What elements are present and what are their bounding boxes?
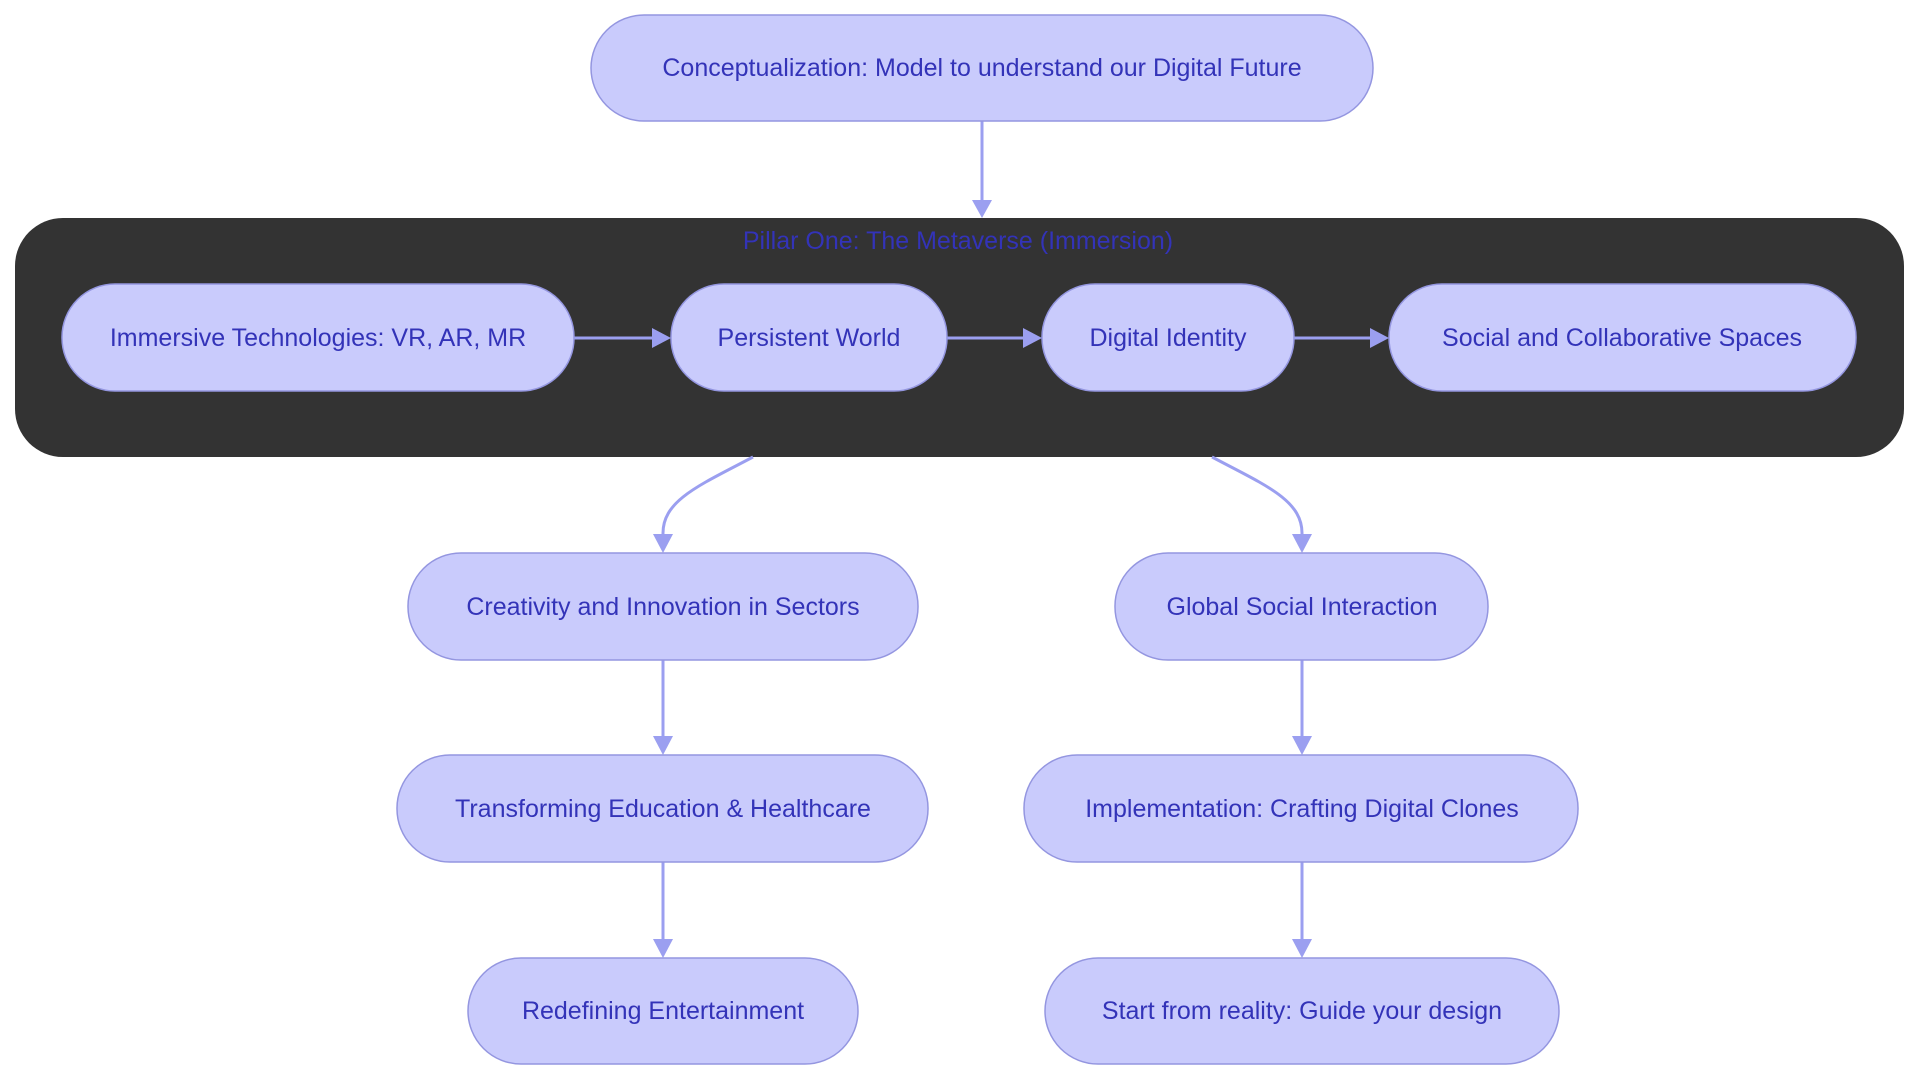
flowchart-diagram: Pillar One: The Metaverse (Immersion) Co… bbox=[15, 14, 1904, 1065]
node-label: Persistent World bbox=[718, 324, 901, 352]
node-label: Creativity and Innovation in Sectors bbox=[466, 593, 859, 621]
node-persistent-world[interactable]: Persistent World bbox=[670, 283, 948, 392]
arrowhead-icon bbox=[1292, 534, 1312, 553]
node-label: Immersive Technologies: VR, AR, MR bbox=[110, 324, 526, 352]
edge-subgraph-to-creativity bbox=[661, 455, 754, 538]
node-immersive-technologies[interactable]: Immersive Technologies: VR, AR, MR bbox=[61, 283, 575, 392]
edge-subgraph-to-global bbox=[1211, 455, 1304, 538]
node-creativity-innovation[interactable]: Creativity and Innovation in Sectors bbox=[407, 552, 919, 661]
node-label: Transforming Education & Healthcare bbox=[455, 795, 871, 823]
node-redefining-entertainment[interactable]: Redefining Entertainment bbox=[467, 957, 859, 1065]
node-transforming-education[interactable]: Transforming Education & Healthcare bbox=[396, 754, 929, 863]
subgraph-title: Pillar One: The Metaverse (Immersion) bbox=[743, 227, 1173, 255]
arrowhead-icon bbox=[653, 736, 673, 755]
node-label: Conceptualization: Model to understand o… bbox=[662, 54, 1301, 82]
node-start-from-reality[interactable]: Start from reality: Guide your design bbox=[1044, 957, 1560, 1065]
arrowhead-icon bbox=[653, 939, 673, 958]
node-label: Social and Collaborative Spaces bbox=[1442, 324, 1802, 352]
arrowhead-icon bbox=[653, 534, 673, 553]
arrowhead-icon bbox=[1292, 939, 1312, 958]
node-conceptualization[interactable]: Conceptualization: Model to understand o… bbox=[590, 14, 1374, 122]
node-implementation-digital-clones[interactable]: Implementation: Crafting Digital Clones bbox=[1023, 754, 1579, 863]
arrowhead-icon bbox=[972, 200, 992, 218]
node-global-social-interaction[interactable]: Global Social Interaction bbox=[1114, 552, 1489, 661]
node-digital-identity[interactable]: Digital Identity bbox=[1041, 283, 1295, 392]
node-label: Start from reality: Guide your design bbox=[1102, 997, 1502, 1025]
node-label: Redefining Entertainment bbox=[522, 997, 804, 1025]
arrowhead-icon bbox=[1292, 736, 1312, 755]
node-label: Global Social Interaction bbox=[1167, 593, 1438, 621]
node-label: Implementation: Crafting Digital Clones bbox=[1085, 795, 1519, 823]
node-label: Digital Identity bbox=[1089, 324, 1247, 352]
node-social-collaborative-spaces[interactable]: Social and Collaborative Spaces bbox=[1388, 283, 1857, 392]
